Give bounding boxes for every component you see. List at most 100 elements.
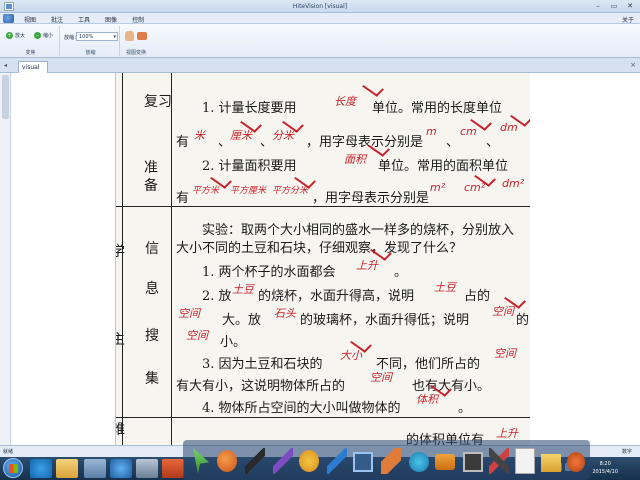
text-line: 的玻璃杯，水面升得低；说明	[300, 313, 470, 328]
text-line: 单位。常用的长度单位	[372, 101, 503, 116]
marker-icon[interactable]	[327, 448, 347, 474]
info-label: 息	[145, 281, 159, 297]
select-arrow-icon[interactable]	[193, 448, 209, 474]
text-line: 有大有小，这说明物体所占的	[176, 379, 346, 394]
close-button[interactable]: ✕	[623, 1, 637, 11]
ribbon-group-transform: + 放大 – 缩小 变焦	[2, 26, 60, 56]
text-line: 。	[394, 265, 408, 280]
maximize-button[interactable]: ▭	[607, 1, 621, 11]
text-line: 的	[516, 313, 530, 328]
handwriting: 土豆	[232, 283, 254, 296]
info-label: 信	[145, 241, 159, 257]
text-line: 2. 放	[202, 289, 232, 304]
table-line	[116, 206, 530, 207]
vertical-scrollbar[interactable]	[0, 73, 11, 445]
side-label: 难	[116, 419, 125, 439]
menu-image[interactable]: 图像	[105, 15, 117, 24]
text-line: 。	[458, 401, 472, 416]
pen-icon[interactable]	[245, 448, 265, 474]
zoom-in-button[interactable]: + 放大	[6, 32, 25, 39]
camera-icon[interactable]	[137, 32, 147, 40]
handwriting: 米	[194, 129, 205, 142]
menu-tools[interactable]: 工具	[78, 15, 90, 24]
zoom-select[interactable]: 100%	[76, 32, 118, 41]
ftp-icon[interactable]	[136, 459, 158, 478]
side-label: 主	[116, 329, 125, 349]
brush-icon[interactable]	[273, 448, 293, 474]
menu-about[interactable]: 关于	[622, 15, 634, 24]
handwriting: m	[426, 125, 437, 138]
ribbon-group-view-title: 视图变换	[125, 50, 146, 56]
clock[interactable]: 8:20 2015/4/10	[592, 460, 618, 476]
review-label: 习	[158, 94, 172, 110]
check-mark	[362, 79, 384, 97]
tools-icon[interactable]	[489, 448, 509, 474]
text-line: ，用字母表示分别是	[312, 191, 430, 206]
page-icon[interactable]	[515, 448, 535, 474]
handwriting: 面积	[344, 153, 366, 166]
window-title: HiteVision [visual]	[292, 3, 348, 10]
window-controls: – ▭ ✕	[591, 1, 637, 11]
clock-date: 2015/4/10	[592, 469, 618, 475]
text-line: 1. 计量长度要用	[202, 101, 297, 116]
handwriting: 空间	[492, 305, 514, 318]
menu-bar: 视图 批注 工具 图像 控制 关于	[0, 13, 640, 24]
zoom-out-label: 缩小	[43, 33, 54, 39]
keyboard-icon[interactable]	[463, 452, 483, 472]
undo-icon[interactable]	[409, 452, 429, 472]
close-icon[interactable]: ×	[630, 61, 636, 69]
record-icon[interactable]	[217, 450, 237, 472]
folder-tool-icon[interactable]	[541, 454, 561, 472]
handwriting: 空间	[494, 347, 516, 360]
menu-annotate[interactable]: 批注	[51, 15, 63, 24]
handwriting: 石头	[274, 307, 296, 320]
text-line: 4. 物体所占空间的大小叫做物体的	[202, 401, 401, 416]
ribbon-group-zoom-title: 放缩	[85, 50, 96, 56]
start-button[interactable]	[3, 458, 23, 478]
table-line	[116, 417, 530, 418]
canvas-margin	[530, 73, 640, 445]
exit-icon[interactable]	[567, 452, 585, 472]
text-line: 大。放	[222, 313, 262, 328]
ie-icon[interactable]	[30, 459, 52, 478]
camera-tool-icon[interactable]	[435, 454, 455, 470]
menu-view[interactable]: 视图	[24, 15, 36, 24]
info-label: 搜	[145, 328, 159, 344]
browser-icon[interactable]	[110, 459, 132, 478]
handwriting: 分米	[272, 129, 294, 142]
review-label: 备	[144, 178, 158, 194]
powerpoint-icon[interactable]	[162, 459, 184, 478]
text-line: 、	[486, 135, 500, 150]
text-line: 、	[446, 135, 460, 150]
info-label: 集	[145, 371, 159, 387]
palette-icon[interactable]	[299, 450, 319, 472]
menu-items: 视图 批注 工具 图像 控制	[24, 15, 144, 24]
zoom-out-button[interactable]: – 缩小	[34, 32, 53, 39]
title-bar: HiteVision [visual] – ▭ ✕	[0, 0, 640, 13]
tab-list-icon[interactable]: ◂	[4, 62, 7, 69]
app-icon-generic[interactable]	[84, 459, 106, 478]
menu-control[interactable]: 控制	[132, 15, 144, 24]
clock-time: 8:20	[599, 461, 611, 467]
eraser-icon[interactable]	[381, 448, 401, 474]
tab-visual[interactable]: visual	[18, 61, 48, 73]
text-line: 有	[176, 135, 190, 150]
tab-label: visual	[22, 64, 40, 71]
review-label: 准	[144, 160, 158, 176]
hand-icon[interactable]	[125, 31, 134, 41]
text-line: ，用字母表示分别是	[306, 135, 424, 150]
ribbon-group-transform-title: 变焦	[25, 50, 36, 56]
text-line: 有	[176, 191, 190, 206]
handwriting: 厘米	[230, 129, 252, 142]
minimize-button[interactable]: –	[591, 1, 605, 11]
handwriting: m²	[430, 181, 446, 194]
handwriting: 平方厘米	[230, 186, 267, 196]
text-line: 占的	[464, 289, 491, 304]
screen-icon[interactable]	[353, 452, 373, 472]
floating-toolbar	[183, 440, 590, 480]
handwriting: 上升	[496, 427, 518, 440]
folder-icon[interactable]	[56, 459, 78, 478]
handwriting: 大小	[340, 349, 362, 362]
zoom-out-icon: –	[34, 32, 41, 39]
app-menu-icon[interactable]	[3, 14, 14, 23]
